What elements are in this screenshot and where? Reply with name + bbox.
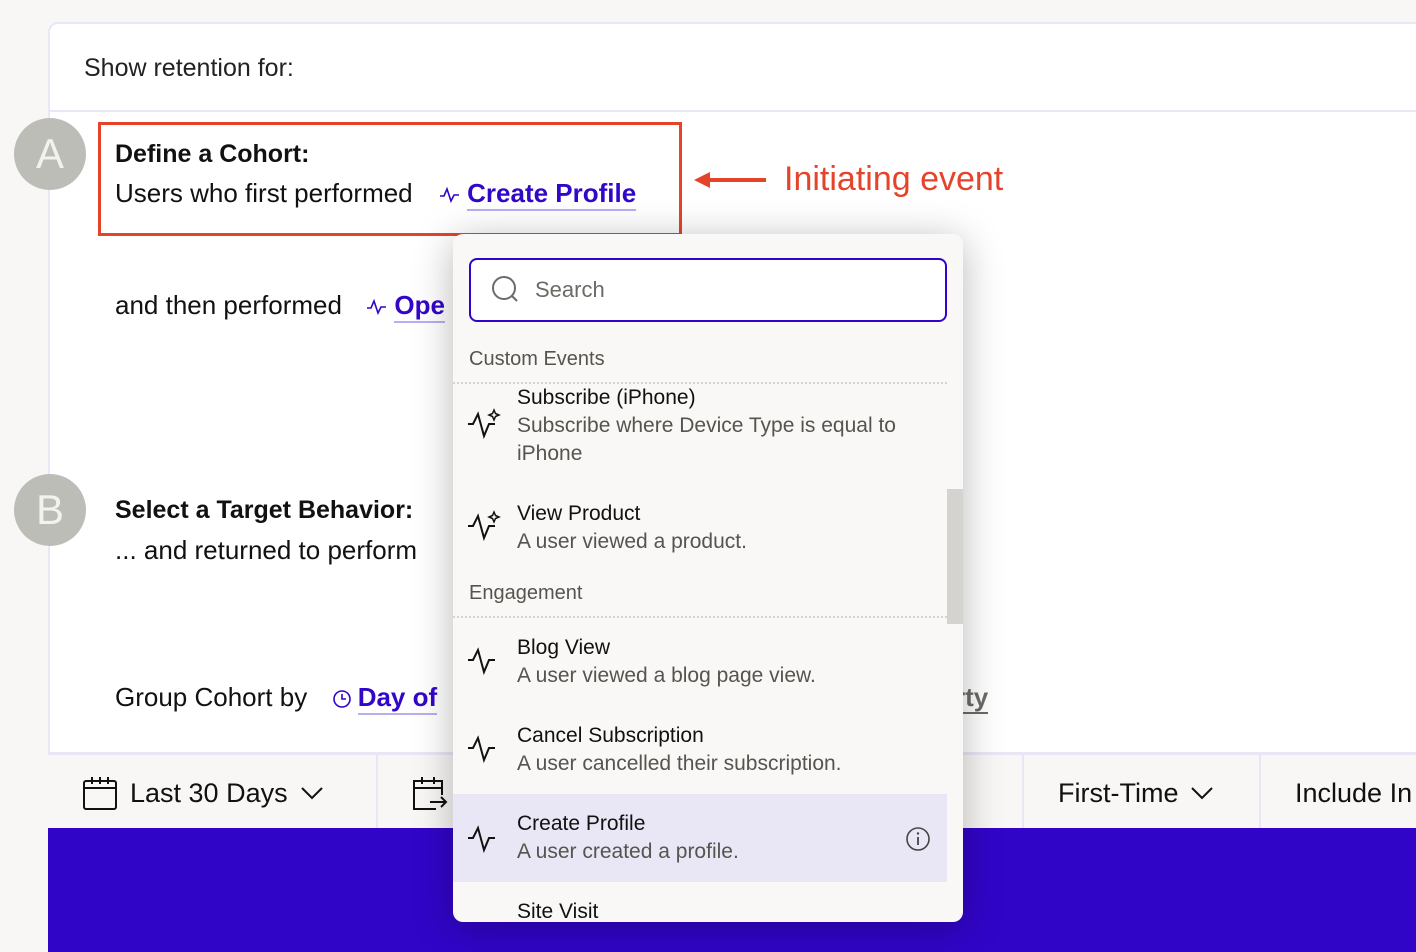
include-label: Include In [1295, 777, 1413, 808]
list-item[interactable]: Blog View A user viewed a blog page view… [453, 630, 947, 700]
list-item-selected[interactable]: Create Profile A user created a profile. [453, 794, 947, 882]
chevron-down-icon [1191, 787, 1214, 800]
section-engagement: Engagement [469, 582, 583, 604]
search-input[interactable] [533, 276, 917, 304]
item-title: Create Profile [517, 812, 646, 835]
section-divider [453, 616, 947, 618]
list-item[interactable]: Subscribe (iPhone) Subscribe where Devic… [453, 384, 947, 484]
item-title: View Product [517, 502, 641, 525]
dropdown-scrollbar[interactable] [947, 489, 963, 624]
event-picker-dropdown: Custom Events Subscribe (iPhone) Subscri… [453, 234, 963, 922]
arrow-left-icon [694, 171, 766, 188]
item-desc: A user cancelled their subscription. [517, 752, 842, 775]
first-time-label: First-Time [1058, 777, 1179, 808]
chevron-down-icon [300, 787, 323, 800]
item-desc: A user viewed a product. [517, 530, 747, 553]
group-by-link[interactable]: Day of [357, 682, 438, 715]
item-desc: A user created a profile. [517, 840, 739, 863]
step-b-badge: B [14, 474, 86, 546]
event-pulse-icon [468, 825, 495, 854]
info-icon[interactable] [905, 826, 931, 852]
calendar-arrow-icon [413, 777, 448, 810]
group-row: Group Cohort by Day of [115, 682, 438, 715]
then-event-link[interactable]: Ope [394, 290, 445, 323]
item-desc: A user viewed a blog page view. [517, 664, 816, 687]
event-pulse-icon [468, 735, 495, 764]
section-custom-events: Custom Events [469, 348, 605, 370]
event-pulse-icon [468, 647, 495, 676]
list-item[interactable]: Site Visit [453, 898, 947, 922]
event-pulse-icon [367, 299, 387, 316]
group-prefix: Group Cohort by [115, 682, 308, 712]
card-header: Show retention for: [50, 24, 1416, 112]
then-performed-row: and then performed Ope [115, 290, 445, 323]
include-button[interactable]: Include In [1261, 755, 1416, 831]
search-icon [492, 276, 518, 302]
search-box[interactable] [469, 258, 947, 322]
item-title: Site Visit [517, 900, 599, 922]
annotation-label: Initiating event [784, 160, 1004, 198]
date-range-label: Last 30 Days [130, 777, 288, 808]
custom-event-icon [468, 408, 501, 440]
clock-icon [332, 690, 351, 708]
target-prefix: ... and returned to perform [115, 535, 418, 565]
first-time-button[interactable]: First-Time [1024, 755, 1261, 831]
step-a-badge: A [14, 118, 86, 190]
calendar-icon [83, 777, 117, 810]
initiating-event-highlight [98, 122, 682, 236]
item-title: Blog View [517, 636, 611, 659]
then-prefix: and then performed [115, 290, 342, 320]
list-item[interactable]: View Product A user viewed a product. [453, 496, 947, 566]
list-item[interactable]: Cancel Subscription A user cancelled the… [453, 718, 947, 788]
item-desc: Subscribe where Device Type is equal to … [517, 414, 896, 465]
page-title: Show retention for: [84, 54, 294, 82]
date-range-button[interactable]: Last 30 Days [48, 755, 378, 831]
custom-event-icon [468, 510, 501, 542]
item-title: Cancel Subscription [517, 724, 704, 747]
annotation: Initiating event [692, 160, 1003, 199]
item-title: Subscribe (iPhone) [517, 386, 696, 409]
target-heading: Select a Target Behavior: [115, 496, 414, 524]
